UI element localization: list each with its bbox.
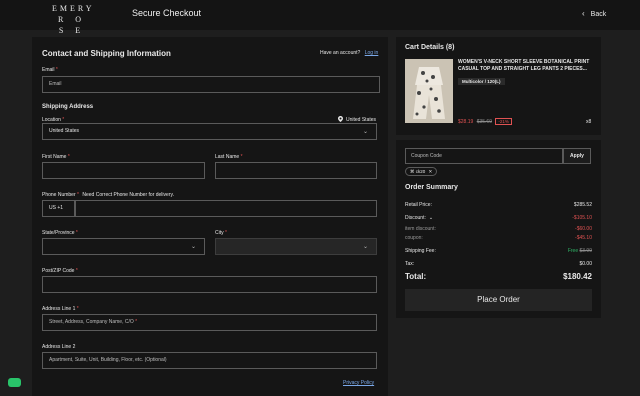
address2-label: Address Line 2	[42, 344, 76, 350]
total-row: Total: $180.42	[405, 272, 592, 281]
free-shipping-label: Free	[567, 248, 579, 254]
first-name-field[interactable]	[42, 162, 205, 179]
product-name[interactable]: WOMEN'S V-NECK SHORT SLEEVE BOTANICAL PR…	[458, 59, 593, 73]
coupon-tag[interactable]: ⌘ ck20 ✕	[405, 167, 438, 176]
page-title: Secure Checkout	[132, 8, 202, 18]
old-shipping-price: $3.99	[579, 248, 592, 254]
price-row: $28.19 $35.69 -21%	[458, 118, 512, 125]
item-discount-row: item discount: -$60.00	[405, 226, 592, 232]
back-button[interactable]: ‹ Back	[582, 9, 606, 18]
shipping-form-panel: Contact and Shipping Information Have an…	[32, 37, 388, 396]
original-price: $35.69	[476, 119, 492, 125]
brand-line1: EMERY	[52, 4, 95, 13]
account-prompt: Have an account? Log in	[320, 50, 378, 56]
address1-label: Address Line 1 *	[42, 306, 79, 312]
chat-widget-button[interactable]	[8, 378, 21, 387]
location-hint: United States	[338, 116, 376, 123]
state-label: State/Province *	[42, 230, 78, 236]
chevron-down-icon: ⌄	[362, 129, 368, 135]
email-field[interactable]: Email	[42, 76, 380, 93]
contact-title: Contact and Shipping Information	[42, 49, 171, 58]
product-image[interactable]	[405, 59, 453, 123]
close-icon[interactable]: ✕	[429, 169, 433, 174]
first-name-label: First Name *	[42, 154, 70, 160]
city-label: City *	[215, 230, 227, 236]
order-summary-panel: Coupon Code Apply ⌘ ck20 ✕ Order Summary…	[396, 140, 601, 318]
discount-badge: -21%	[495, 118, 512, 125]
chevron-down-icon: ⌄	[428, 215, 434, 221]
phone-note: Need Correct Phone Number for delivery.	[82, 192, 174, 198]
order-summary-title: Order Summary	[405, 184, 458, 191]
email-label: Email *	[42, 67, 58, 73]
location-value: United States	[49, 128, 80, 134]
chevron-down-icon: ⌄	[190, 244, 196, 250]
sale-price: $28.19	[458, 119, 474, 125]
phone-field[interactable]	[75, 200, 377, 217]
address1-placeholder: Street, Address, Company Name, C/O	[49, 319, 134, 325]
place-order-button[interactable]: Place Order	[405, 289, 592, 311]
last-name-field[interactable]	[215, 162, 377, 179]
shipping-title: Shipping Address	[42, 104, 94, 110]
product-photo	[405, 59, 453, 123]
coupon-input[interactable]: Coupon Code	[405, 148, 563, 164]
coupon-discount-row: coupon: -$45.10	[405, 235, 592, 241]
cart-title: Cart Details (8)	[405, 44, 455, 51]
have-account-text: Have an account?	[320, 50, 361, 56]
top-bar: EMERY R O S E Secure Checkout ‹ Back	[0, 0, 640, 35]
location-select[interactable]: United States ⌄	[42, 123, 377, 140]
last-name-label: Last Name *	[215, 154, 243, 160]
brand-logo[interactable]: EMERY R O S E	[52, 3, 92, 36]
login-link[interactable]: Log in	[365, 50, 379, 56]
city-select[interactable]: ⌄	[215, 238, 377, 255]
state-select[interactable]: ⌄	[42, 238, 205, 255]
cart-details-panel: Cart Details (8) WOMEN'S V-NECK SHORT SL…	[396, 37, 601, 135]
phone-country-code[interactable]: US +1	[42, 200, 75, 217]
address2-field[interactable]: Apartment, Suite, Unit, Building, Floor,…	[42, 352, 377, 369]
address1-field[interactable]: Street, Address, Company Name, C/O *	[42, 314, 377, 331]
chevron-left-icon: ‹	[582, 9, 585, 18]
tax-row: Tax: $0.00	[405, 261, 592, 267]
apply-button[interactable]: Apply	[563, 148, 591, 164]
chevron-down-icon: ⌄	[362, 244, 368, 250]
zip-field[interactable]	[42, 276, 377, 293]
quantity: x8	[586, 119, 592, 125]
location-pin-icon	[338, 116, 343, 122]
discount-row[interactable]: Discount: ⌄ -$105.10	[405, 215, 592, 221]
back-label: Back	[590, 11, 607, 18]
coupon-tag-code: ck20	[415, 169, 426, 174]
brand-line2: R O S E	[57, 15, 87, 35]
retail-row: Retail Price: $285.52	[405, 202, 592, 208]
phone-label: Phone Number * Need Correct Phone Number…	[42, 192, 174, 198]
tag-icon: ⌘	[410, 169, 415, 174]
privacy-policy-link[interactable]: Privacy Policy	[343, 380, 374, 386]
variant-badge: Multicolor / 120(L)	[458, 78, 505, 85]
shipping-row: Shipping Fee: Free $3.99	[405, 248, 592, 254]
zip-label: Post/ZIP Code *	[42, 268, 78, 274]
